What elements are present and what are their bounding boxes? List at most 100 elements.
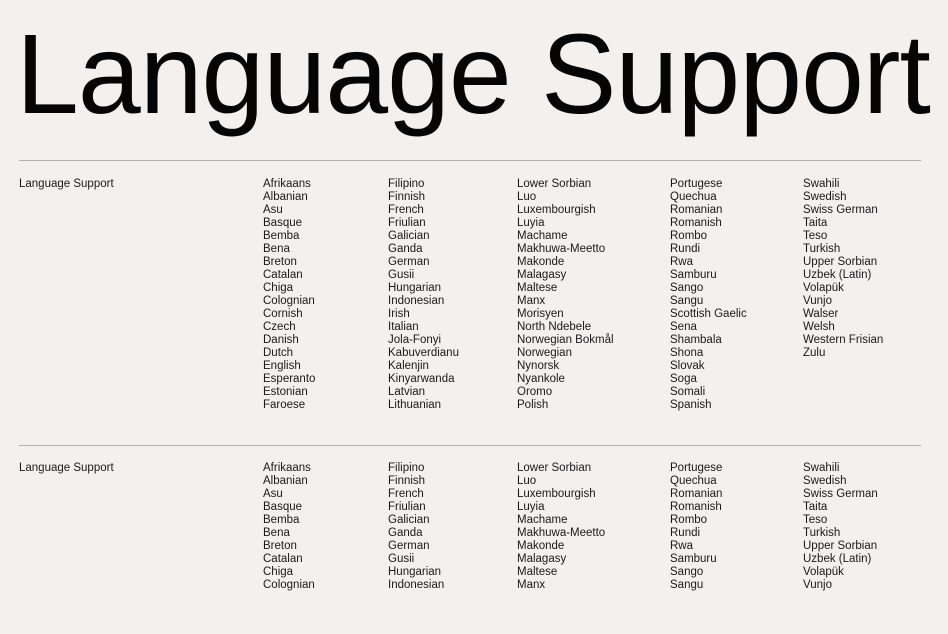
language-item: Jola-Fonyi xyxy=(388,334,442,346)
language-item: Friulian xyxy=(388,217,426,229)
language-item: Machame xyxy=(517,230,568,242)
language-item: Galician xyxy=(388,230,430,242)
language-item: Makhuwa-Meetto xyxy=(517,243,606,255)
language-item: Manx xyxy=(517,295,546,307)
language-item: Makonde xyxy=(517,540,565,552)
language-item: Bemba xyxy=(263,230,300,242)
language-column: Afrikaans Albanian Asu Basque Bemba Bena Breto… xyxy=(263,178,315,412)
language-item: Vunjo xyxy=(803,579,832,591)
language-item: Welsh xyxy=(803,321,835,333)
language-item: Volapük xyxy=(803,566,844,578)
language-item: Czech xyxy=(263,321,296,333)
language-item: Upper Sorbian xyxy=(803,256,878,268)
language-item: Finnish xyxy=(388,475,426,487)
page-title: Language Support xyxy=(16,11,931,137)
language-item: Makonde xyxy=(517,256,565,268)
language-item: Norwegian Bokmål xyxy=(517,334,614,346)
language-column: Lower Sorbian Luo Luxembourgish Luyia Macham… xyxy=(517,462,605,592)
language-item: Soga xyxy=(670,373,697,385)
language-item: Spanish xyxy=(670,399,712,411)
language-item: Somali xyxy=(670,386,706,398)
language-item: Kalenjin xyxy=(388,360,429,372)
language-item: Luxembourgish xyxy=(517,488,596,500)
language-item: Swahili xyxy=(803,462,840,474)
language-item: Western Frisian xyxy=(803,334,884,346)
language-item: Maltese xyxy=(517,282,558,294)
language-item: Dutch xyxy=(263,347,294,359)
language-item: Romanian xyxy=(670,204,723,216)
language-item: Zulu xyxy=(803,347,826,359)
language-item: Lower Sorbian xyxy=(517,462,592,474)
language-item: Latvian xyxy=(388,386,426,398)
language-item: Volapük xyxy=(803,282,844,294)
language-item: Malagasy xyxy=(517,553,567,565)
language-item: Kabuverdianu xyxy=(388,347,459,359)
language-item: Cornish xyxy=(263,308,303,320)
language-item: French xyxy=(388,488,424,500)
section-label: Language Support xyxy=(19,178,114,190)
language-item: Indonesian xyxy=(388,295,445,307)
language-item: Polish xyxy=(517,399,549,411)
language-item: Teso xyxy=(803,230,828,242)
language-item: French xyxy=(388,204,424,216)
language-item: Rwa xyxy=(670,256,694,268)
language-item: Machame xyxy=(517,514,568,526)
section-label: Language Support xyxy=(19,462,114,474)
language-item: Gusii xyxy=(388,553,415,565)
divider xyxy=(19,160,921,161)
language-item: Catalan xyxy=(263,269,303,281)
language-item: Sangu xyxy=(670,579,704,591)
language-item: Swiss German xyxy=(803,204,878,216)
language-column: Swahili Swedish Swiss German Taita Teso Turki… xyxy=(803,462,878,592)
language-item: Turkish xyxy=(803,243,841,255)
language-item: North Ndebele xyxy=(517,321,592,333)
language-item: Rombo xyxy=(670,514,708,526)
language-item: Maltese xyxy=(517,566,558,578)
language-column: Swahili Swedish Swiss German Taita Teso Turki… xyxy=(803,178,883,360)
language-item: Swedish xyxy=(803,191,847,203)
language-item: Oromo xyxy=(517,386,553,398)
language-item: Norwegian xyxy=(517,347,572,359)
language-item: Uzbek (Latin) xyxy=(803,553,872,565)
language-item: Chiga xyxy=(263,566,294,578)
language-item: Irish xyxy=(388,308,410,320)
language-item: Nynorsk xyxy=(517,360,560,372)
language-item: Nyankole xyxy=(517,373,565,385)
language-item: Sango xyxy=(670,282,704,294)
language-item: Scottish Gaelic xyxy=(670,308,747,320)
language-column: Portugese Quechua Romanian Romanish Rombo Run… xyxy=(670,462,722,592)
language-item: Malagasy xyxy=(517,269,567,281)
language-item: Slovak xyxy=(670,360,705,372)
language-item: Hungarian xyxy=(388,282,442,294)
language-column: Lower Sorbian Luo Luxembourgish Luyia Macham… xyxy=(517,178,614,412)
language-item: Basque xyxy=(263,501,303,513)
language-item: Morisyen xyxy=(517,308,564,320)
language-item: Rombo xyxy=(670,230,708,242)
language-item: Finnish xyxy=(388,191,426,203)
language-item: Galician xyxy=(388,514,430,526)
language-item: Chiga xyxy=(263,282,294,294)
language-item: Taita xyxy=(803,217,828,229)
language-item: Luyia xyxy=(517,501,545,513)
language-item: Filipino xyxy=(388,462,425,474)
language-item: Filipino xyxy=(388,178,425,190)
language-item: Shona xyxy=(670,347,704,359)
language-item: Walser xyxy=(803,308,839,320)
language-item: Upper Sorbian xyxy=(803,540,878,552)
language-item: English xyxy=(263,360,301,372)
language-item: Colognian xyxy=(263,295,315,307)
language-item: Gusii xyxy=(388,269,415,281)
language-item: Bemba xyxy=(263,514,300,526)
language-item: Ganda xyxy=(388,243,423,255)
language-item: Albanian xyxy=(263,475,308,487)
language-item: Basque xyxy=(263,217,303,229)
language-item: Indonesian xyxy=(388,579,445,591)
language-item: Turkish xyxy=(803,527,841,539)
language-item: Italian xyxy=(388,321,419,333)
language-item: Albanian xyxy=(263,191,308,203)
language-item: Manx xyxy=(517,579,546,591)
language-item: Sangu xyxy=(670,295,704,307)
language-column: Afrikaans Albanian Asu Basque Bemba Bena Breto… xyxy=(263,462,315,592)
language-item: Afrikaans xyxy=(263,178,311,190)
language-item: Esperanto xyxy=(263,373,316,385)
